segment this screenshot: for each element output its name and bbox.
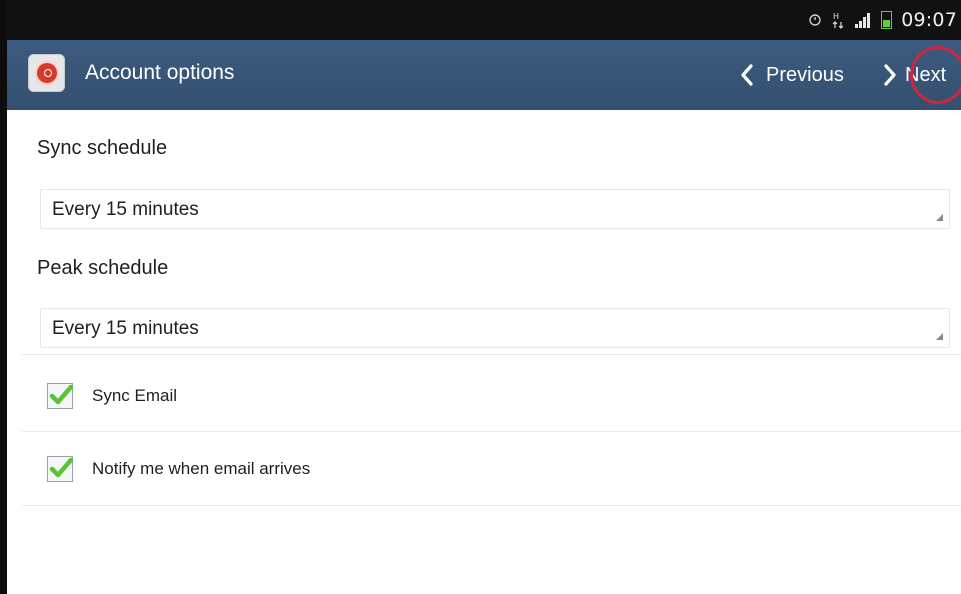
previous-label: Previous xyxy=(766,63,844,86)
chevron-right-icon xyxy=(884,64,896,86)
checkmark-icon xyxy=(49,384,74,405)
sync-email-checkbox[interactable] xyxy=(47,383,74,409)
status-icons: H 09:07 xyxy=(808,7,957,33)
action-bar: Account options Previous Next xyxy=(7,40,961,110)
battery-icon xyxy=(881,11,893,29)
data-transfer-icon: H xyxy=(832,12,844,29)
next-highlight-circle xyxy=(910,46,961,104)
dropdown-arrow-icon xyxy=(936,333,943,340)
divider xyxy=(22,505,961,506)
checkmark-icon xyxy=(49,457,74,478)
signal-icon xyxy=(855,13,871,28)
screenshot-left-border xyxy=(0,0,7,594)
chevron-left-icon xyxy=(741,64,753,86)
peak-schedule-value: Every 15 minutes xyxy=(52,318,199,339)
notify-email-option[interactable]: Notify me when email arrives xyxy=(47,449,310,489)
status-clock: 09:07 xyxy=(901,9,957,31)
notify-email-label: Notify me when email arrives xyxy=(92,459,311,478)
divider xyxy=(22,431,961,432)
notify-email-checkbox[interactable] xyxy=(47,456,74,482)
svg-text:H: H xyxy=(833,12,839,21)
page-title: Account options xyxy=(85,61,235,84)
sync-schedule-value: Every 15 minutes xyxy=(52,199,199,220)
sync-email-label: Sync Email xyxy=(92,386,178,405)
sync-schedule-label: Sync schedule xyxy=(37,137,168,159)
sync-schedule-dropdown[interactable]: Every 15 minutes xyxy=(40,189,950,229)
dropdown-arrow-icon xyxy=(936,214,943,221)
email-app-icon[interactable] xyxy=(28,54,65,92)
peak-schedule-dropdown[interactable]: Every 15 minutes xyxy=(40,308,950,348)
sync-email-option[interactable]: Sync Email xyxy=(47,376,177,416)
divider xyxy=(22,354,961,355)
peak-schedule-label: Peak schedule xyxy=(37,257,169,279)
alarm-icon xyxy=(809,14,821,26)
status-bar: H 09:07 xyxy=(7,0,961,40)
previous-button[interactable]: Previous xyxy=(740,58,844,92)
